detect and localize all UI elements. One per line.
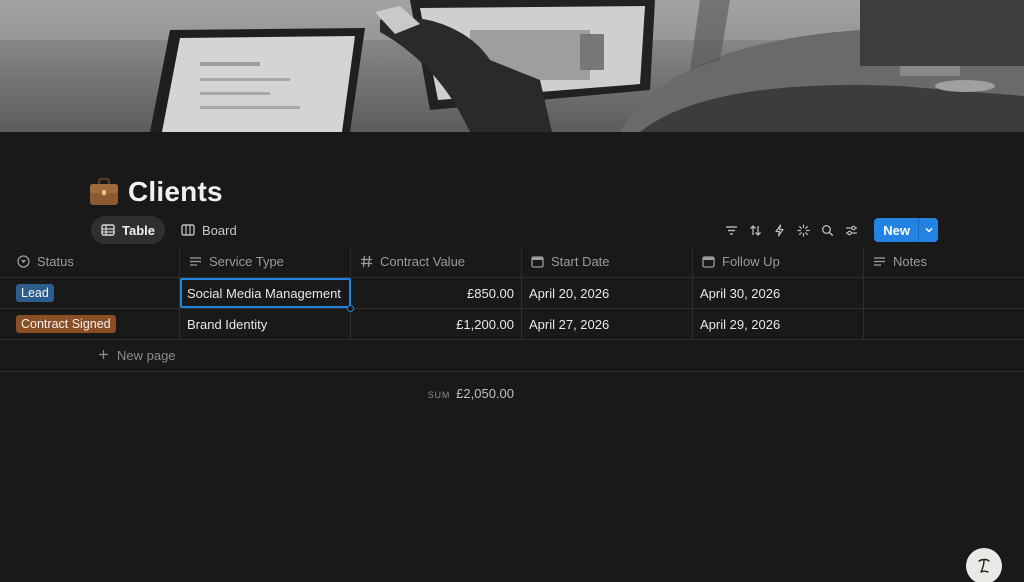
notes-cell[interactable]: [864, 309, 1024, 339]
view-tabs: Table Board: [91, 216, 247, 244]
briefcase-icon[interactable]: [88, 177, 120, 207]
hash-icon: [359, 255, 373, 269]
new-page-label: New page: [117, 348, 176, 363]
calculation-row: SUM £2,050.00: [0, 372, 1024, 416]
column-header-notes[interactable]: Notes: [864, 246, 1024, 277]
database-toolbar: New: [722, 218, 938, 242]
cell-selection-handle[interactable]: [347, 305, 354, 312]
board-icon: [181, 223, 195, 237]
status-cell[interactable]: Lead: [0, 278, 180, 308]
tab-table-label: Table: [122, 222, 155, 238]
text-icon: [872, 255, 886, 269]
contract-value-cell[interactable]: £850.00: [351, 278, 522, 308]
chevron-down-icon[interactable]: [918, 218, 938, 242]
contract-value-cell[interactable]: £1,200.00: [351, 309, 522, 339]
column-label: Status: [37, 254, 74, 269]
help-icon[interactable]: [966, 548, 1002, 582]
column-label: Follow Up: [722, 254, 780, 269]
column-header-start-date[interactable]: Start Date: [522, 246, 693, 277]
status-badge: Lead: [16, 284, 54, 302]
tab-board-label: Board: [202, 222, 237, 238]
settings-sliders-icon[interactable]: [842, 218, 860, 242]
table-row: Lead Social Media Management £850.00 Apr…: [0, 278, 1024, 309]
table-icon: [101, 223, 115, 237]
service-type-cell[interactable]: Social Media Management: [180, 278, 351, 308]
column-label: Service Type: [209, 254, 284, 269]
start-date-cell[interactable]: April 20, 2026: [522, 278, 693, 308]
service-type-cell[interactable]: Brand Identity: [180, 309, 351, 339]
status-icon: [16, 255, 30, 269]
column-header-contract-value[interactable]: Contract Value: [351, 246, 522, 277]
clients-table: Status Service Type Contract Value Start…: [0, 246, 1024, 416]
column-header-follow-up[interactable]: Follow Up: [693, 246, 864, 277]
page-title[interactable]: Clients: [128, 176, 223, 208]
filter-icon[interactable]: [722, 218, 740, 242]
tab-table[interactable]: Table: [91, 216, 165, 244]
sum-calculation[interactable]: SUM £2,050.00: [428, 386, 514, 401]
new-button: New: [874, 218, 938, 242]
table-header: Status Service Type Contract Value Start…: [0, 246, 1024, 278]
column-label: Notes: [893, 254, 927, 269]
new-page-button[interactable]: New page: [0, 340, 1024, 372]
column-label: Contract Value: [380, 254, 466, 269]
plus-icon: [98, 348, 109, 363]
sum-label: SUM: [427, 390, 451, 400]
text-icon: [188, 255, 202, 269]
table-row: Contract Signed Brand Identity £1,200.00…: [0, 309, 1024, 340]
column-label: Start Date: [551, 254, 610, 269]
sort-icon[interactable]: [746, 218, 764, 242]
calendar-icon: [701, 255, 715, 269]
start-date-cell[interactable]: April 27, 2026: [522, 309, 693, 339]
notes-cell[interactable]: [864, 278, 1024, 308]
column-header-service-type[interactable]: Service Type: [180, 246, 351, 277]
new-button-main[interactable]: New: [874, 218, 918, 242]
ai-sparkle-icon[interactable]: [794, 218, 812, 242]
status-cell[interactable]: Contract Signed: [0, 309, 180, 339]
sum-value: £2,050.00: [456, 386, 514, 401]
column-header-status[interactable]: Status: [0, 246, 180, 277]
follow-up-cell[interactable]: April 29, 2026: [693, 309, 864, 339]
search-icon[interactable]: [818, 218, 836, 242]
automation-icon[interactable]: [770, 218, 788, 242]
tab-board[interactable]: Board: [171, 216, 247, 244]
follow-up-cell[interactable]: April 30, 2026: [693, 278, 864, 308]
calendar-icon: [530, 255, 544, 269]
cover-image: [0, 0, 1024, 132]
status-badge: Contract Signed: [16, 315, 116, 333]
